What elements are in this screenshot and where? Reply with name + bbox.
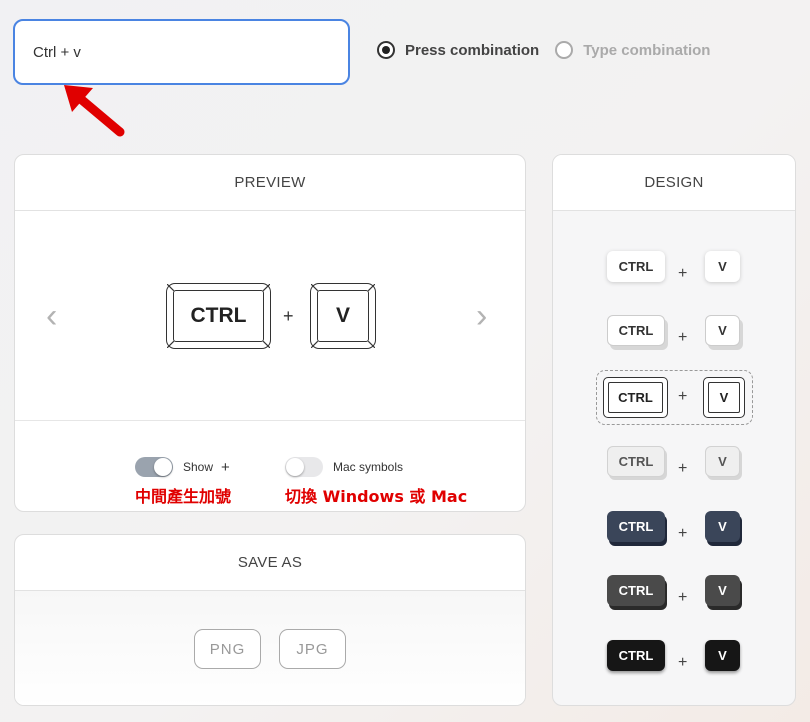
design-option-4[interactable]: CTRL + V: [553, 446, 795, 496]
design-plus: +: [678, 654, 688, 671]
save-as-panel: SAVE AS PNG JPG: [14, 534, 526, 706]
design-key-ctrl: CTRL: [607, 640, 665, 671]
preview-key-v-label: V: [317, 290, 369, 342]
preview-plus: +: [283, 306, 294, 326]
design-key-ctrl: CTRL: [607, 251, 665, 282]
save-png-button[interactable]: PNG: [194, 629, 261, 669]
design-key-ctrl-label: CTRL: [608, 382, 663, 413]
save-jpg-button[interactable]: JPG: [279, 629, 346, 669]
design-option-7[interactable]: CTRL + V: [553, 640, 795, 690]
shortcut-input-value: Ctrl + v: [33, 43, 81, 61]
show-plus-switch[interactable]: [135, 457, 173, 477]
design-key-ctrl: CTRL: [607, 315, 665, 346]
mode-radio-group: Press combination Type combination: [377, 41, 726, 59]
show-plus-label: Show: [183, 460, 214, 474]
design-key-ctrl: CTRL: [607, 511, 665, 542]
design-key-v: V: [705, 251, 740, 282]
design-plus: +: [678, 589, 688, 606]
radio-checked-icon: [377, 41, 395, 59]
preview-key-ctrl-label: CTRL: [173, 290, 264, 342]
annotation-plus-note: 中間產生加號: [135, 487, 232, 506]
design-option-3-selected[interactable]: CTRL + V: [553, 370, 795, 426]
design-key-v: V: [705, 511, 740, 542]
design-plus: +: [678, 265, 688, 282]
design-key-v: V: [705, 446, 740, 477]
design-plus: +: [678, 329, 688, 346]
next-chevron-icon[interactable]: ›: [476, 299, 487, 333]
design-title: DESIGN: [553, 155, 795, 211]
design-key-ctrl: CTRL: [607, 446, 665, 477]
design-key-v-label: V: [708, 382, 740, 413]
design-panel: DESIGN CTRL + V CTRL + V CTRL + V CTRL +…: [552, 154, 796, 706]
shortcut-input[interactable]: Ctrl + v: [13, 19, 350, 85]
design-key-ctrl: CTRL: [603, 377, 668, 418]
design-option-1[interactable]: CTRL + V: [553, 251, 795, 301]
design-option-5[interactable]: CTRL + V: [553, 511, 795, 561]
annotation-arrow-icon: [64, 85, 125, 137]
design-key-ctrl: CTRL: [607, 575, 665, 606]
mac-symbols-toggle[interactable]: Mac symbols: [285, 457, 403, 477]
preview-options: Show + Mac symbols 中間產生加號 切換 Windows 或 M…: [15, 421, 525, 511]
design-plus: +: [678, 388, 688, 405]
type-combination-label: Type combination: [583, 41, 711, 59]
design-key-v: V: [705, 640, 740, 671]
design-key-v: V: [705, 575, 740, 606]
design-option-2[interactable]: CTRL + V: [553, 315, 795, 365]
previous-chevron-icon[interactable]: ‹: [46, 299, 57, 333]
save-format-buttons: PNG JPG: [15, 591, 525, 705]
show-plus-toggle[interactable]: Show +: [135, 457, 230, 477]
design-key-v: V: [703, 377, 745, 418]
radio-unchecked-icon: [555, 41, 574, 59]
preview-title: PREVIEW: [15, 155, 525, 211]
press-combination-label: Press combination: [405, 41, 540, 59]
design-plus: +: [678, 460, 688, 477]
preview-key-v: V: [310, 283, 376, 349]
type-combination-radio[interactable]: Type combination: [555, 41, 710, 59]
preview-key-ctrl: CTRL: [166, 283, 271, 349]
annotation-mac-note: 切換 Windows 或 Mac: [285, 487, 468, 506]
mac-symbols-switch[interactable]: [285, 457, 323, 477]
design-option-6[interactable]: CTRL + V: [553, 575, 795, 625]
mac-symbols-label: Mac symbols: [333, 460, 404, 474]
design-plus: +: [678, 525, 688, 542]
press-combination-radio[interactable]: Press combination: [377, 41, 539, 59]
save-as-title: SAVE AS: [15, 535, 525, 591]
preview-stage: ‹ CTRL + V ›: [15, 211, 525, 421]
show-plus-symbol: +: [221, 458, 230, 476]
preview-panel: PREVIEW ‹ CTRL + V › Show + Mac symbols …: [14, 154, 526, 512]
design-key-v: V: [705, 315, 740, 346]
